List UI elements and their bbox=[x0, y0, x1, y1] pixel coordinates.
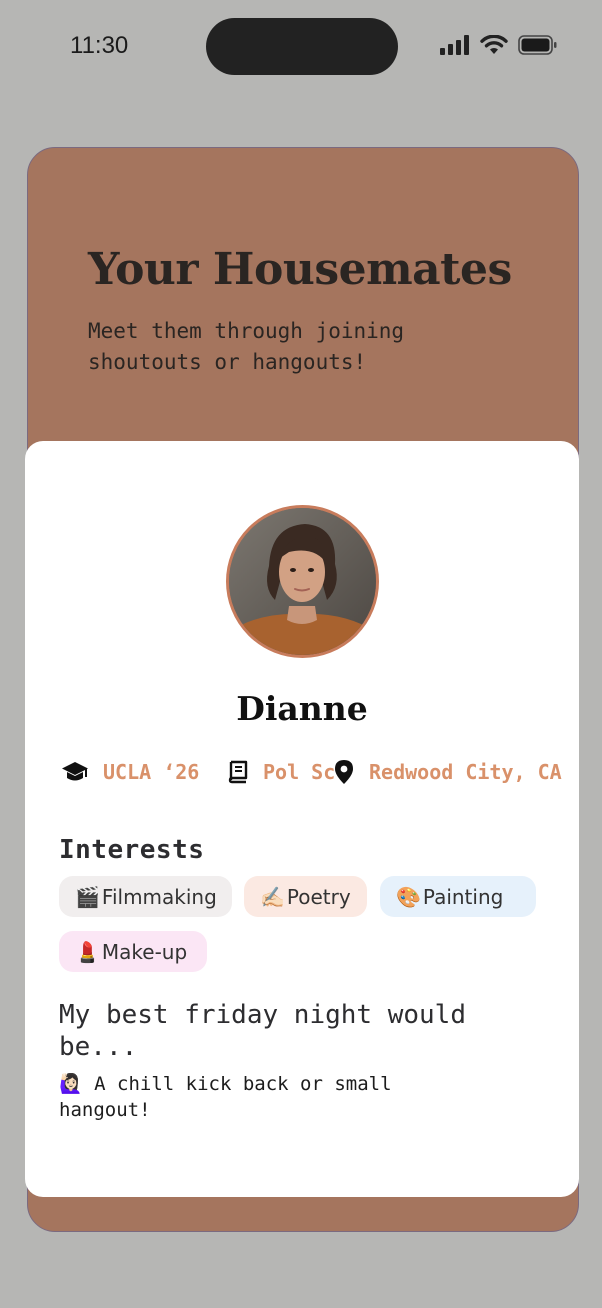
interest-chip-filmmaking[interactable]: 🎬 Filmmaking bbox=[59, 876, 232, 917]
raising-hand-icon: 🙋🏻‍♀️ bbox=[59, 1073, 83, 1095]
interest-chip-painting[interactable]: 🎨 Painting bbox=[380, 876, 536, 917]
cellular-signal-icon bbox=[440, 34, 470, 60]
meta-major: Pol Sci bbox=[227, 755, 335, 789]
interest-label: Filmmaking bbox=[101, 884, 217, 909]
interests-heading: Interests bbox=[59, 835, 205, 865]
status-time: 11:30 bbox=[70, 32, 129, 59]
meta-school: UCLA ‘26 bbox=[61, 755, 199, 789]
page-title: Your Housemates bbox=[88, 244, 512, 295]
housemate-profile-card[interactable]: Dianne UCLA ‘26 Pol Sci Re bbox=[25, 441, 579, 1197]
writing-hand-icon: ✍🏻 bbox=[260, 884, 285, 909]
clapperboard-icon: 🎬 bbox=[75, 884, 100, 909]
page-subtitle: Meet them through joining shoutouts or h… bbox=[88, 319, 405, 374]
dynamic-island bbox=[206, 18, 398, 75]
interest-label: Make-up bbox=[101, 939, 188, 964]
wifi-icon bbox=[480, 34, 508, 60]
book-icon bbox=[227, 760, 249, 784]
profile-name: Dianne bbox=[236, 689, 368, 728]
location-pin-icon bbox=[333, 759, 355, 785]
battery-icon bbox=[518, 34, 558, 60]
graduation-cap-icon bbox=[61, 760, 89, 784]
interest-label: Poetry bbox=[286, 884, 351, 909]
interest-chip-poetry[interactable]: ✍🏻 Poetry bbox=[244, 876, 367, 917]
avatar bbox=[226, 505, 379, 658]
meta-location: Redwood City, CA bbox=[333, 755, 562, 789]
location-text: Redwood City, CA bbox=[369, 760, 562, 784]
interest-label: Painting bbox=[422, 884, 504, 909]
prompt-answer-text: A chill kick back or small hangout! bbox=[59, 1073, 392, 1121]
lipstick-icon: 💄 bbox=[75, 939, 100, 964]
prompt-question: My best friday night would be... bbox=[59, 1000, 466, 1062]
prompt-answer: 🙋🏻‍♀️ A chill kick back or small hangout… bbox=[59, 1071, 479, 1123]
palette-icon: 🎨 bbox=[396, 884, 421, 909]
interest-chip-makeup[interactable]: 💄 Make-up bbox=[59, 931, 207, 972]
major-text: Pol Sci bbox=[263, 760, 335, 784]
school-text: UCLA ‘26 bbox=[103, 760, 200, 784]
status-icons bbox=[440, 34, 558, 60]
